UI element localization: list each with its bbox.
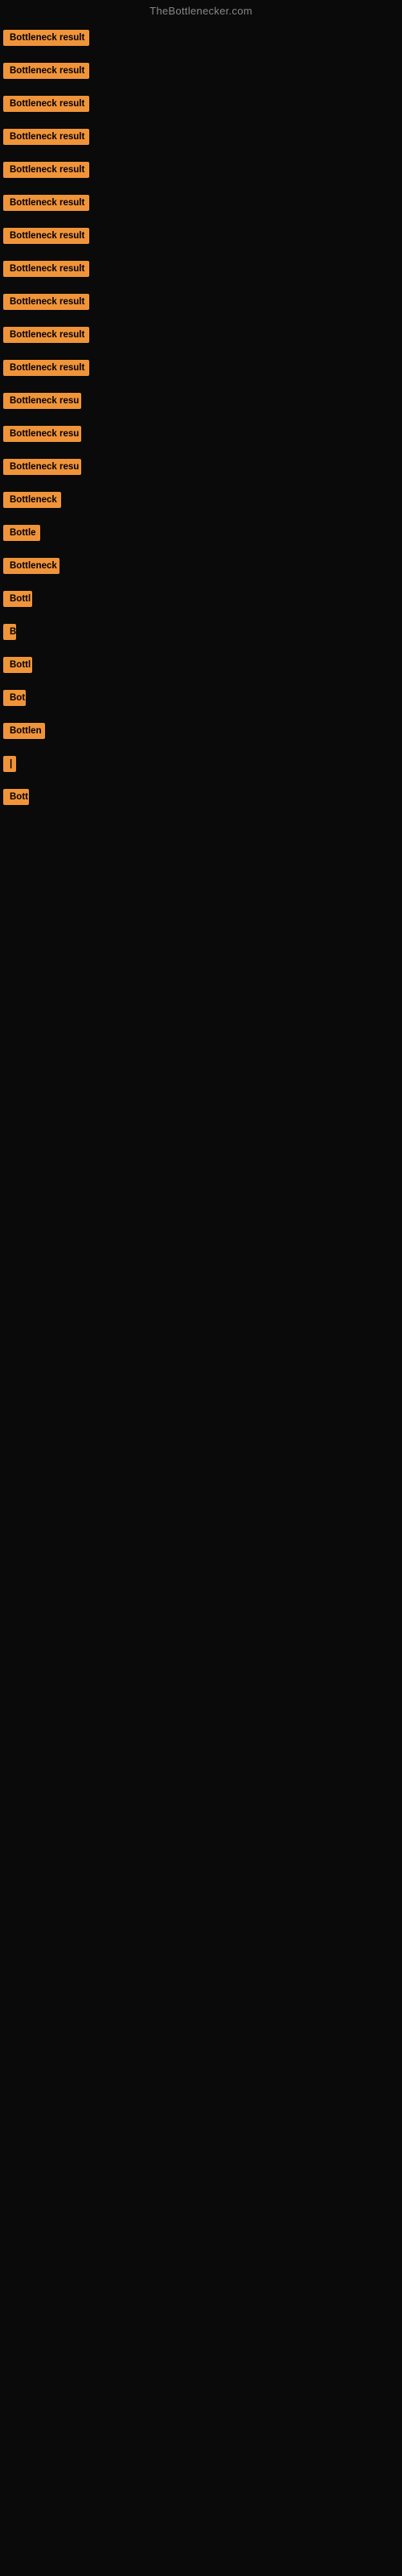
bottleneck-row: Bottleneck result: [0, 155, 402, 188]
bottleneck-badge[interactable]: Bottleneck result: [3, 327, 89, 343]
bottleneck-row: B: [0, 617, 402, 650]
bottleneck-badge[interactable]: Bottleneck result: [3, 162, 89, 178]
bottleneck-row: |: [0, 749, 402, 782]
bottleneck-row: Bottl: [0, 650, 402, 683]
bottleneck-badge[interactable]: Bottleneck result: [3, 360, 89, 376]
bottleneck-badge[interactable]: Bottlen: [3, 723, 45, 739]
bottleneck-badge[interactable]: Bottleneck resu: [3, 459, 81, 475]
bottleneck-row: Bott: [0, 782, 402, 815]
bottleneck-row: Bottleneck result: [0, 89, 402, 122]
bottleneck-row: Bottleneck result: [0, 287, 402, 320]
bottleneck-badge[interactable]: |: [3, 756, 16, 772]
bottleneck-badge[interactable]: Bottleneck result: [3, 261, 89, 277]
bottleneck-row: Bottleneck result: [0, 254, 402, 287]
bottleneck-row: Bottleneck resu: [0, 419, 402, 452]
bottleneck-badge[interactable]: Bottleneck result: [3, 129, 89, 145]
bottleneck-row: Bottleneck resu: [0, 386, 402, 419]
bottleneck-badge[interactable]: Bottleneck result: [3, 294, 89, 310]
bottleneck-badge[interactable]: Bottl: [3, 591, 32, 607]
bottleneck-badge[interactable]: Bottleneck: [3, 558, 59, 574]
bottleneck-row: Bottleneck resu: [0, 452, 402, 485]
bottleneck-badge[interactable]: Bottle: [3, 525, 40, 541]
bottleneck-row: Bottleneck result: [0, 320, 402, 353]
bottleneck-badge[interactable]: Bottleneck result: [3, 228, 89, 244]
bottleneck-row: Bottleneck result: [0, 353, 402, 386]
bottleneck-badge[interactable]: B: [3, 624, 16, 640]
bottleneck-row: Bottl: [0, 584, 402, 617]
bottleneck-row: Bottleneck result: [0, 188, 402, 221]
bottleneck-row: Bot: [0, 683, 402, 716]
bottleneck-badge[interactable]: Bottleneck result: [3, 96, 89, 112]
bottleneck-row: Bottleneck: [0, 551, 402, 584]
bottleneck-badge[interactable]: Bott: [3, 789, 29, 805]
bottleneck-badge[interactable]: Bottleneck result: [3, 63, 89, 79]
bottleneck-badge[interactable]: Bottleneck result: [3, 30, 89, 46]
bottleneck-badge[interactable]: Bottleneck result: [3, 195, 89, 211]
bottleneck-badge[interactable]: Bottleneck: [3, 492, 61, 508]
site-title: TheBottlenecker.com: [0, 0, 402, 23]
bottleneck-row: Bottle: [0, 518, 402, 551]
bottleneck-badge[interactable]: Bottl: [3, 657, 32, 673]
bottleneck-row: Bottlen: [0, 716, 402, 749]
bottleneck-row: Bottleneck result: [0, 221, 402, 254]
bottleneck-row: Bottleneck: [0, 485, 402, 518]
bottleneck-badge[interactable]: Bottleneck resu: [3, 426, 81, 442]
bottleneck-row: Bottleneck result: [0, 56, 402, 89]
bottleneck-row: Bottleneck result: [0, 23, 402, 56]
bottleneck-badge[interactable]: Bottleneck resu: [3, 393, 81, 409]
bottleneck-row: Bottleneck result: [0, 122, 402, 155]
bottleneck-badge[interactable]: Bot: [3, 690, 26, 706]
